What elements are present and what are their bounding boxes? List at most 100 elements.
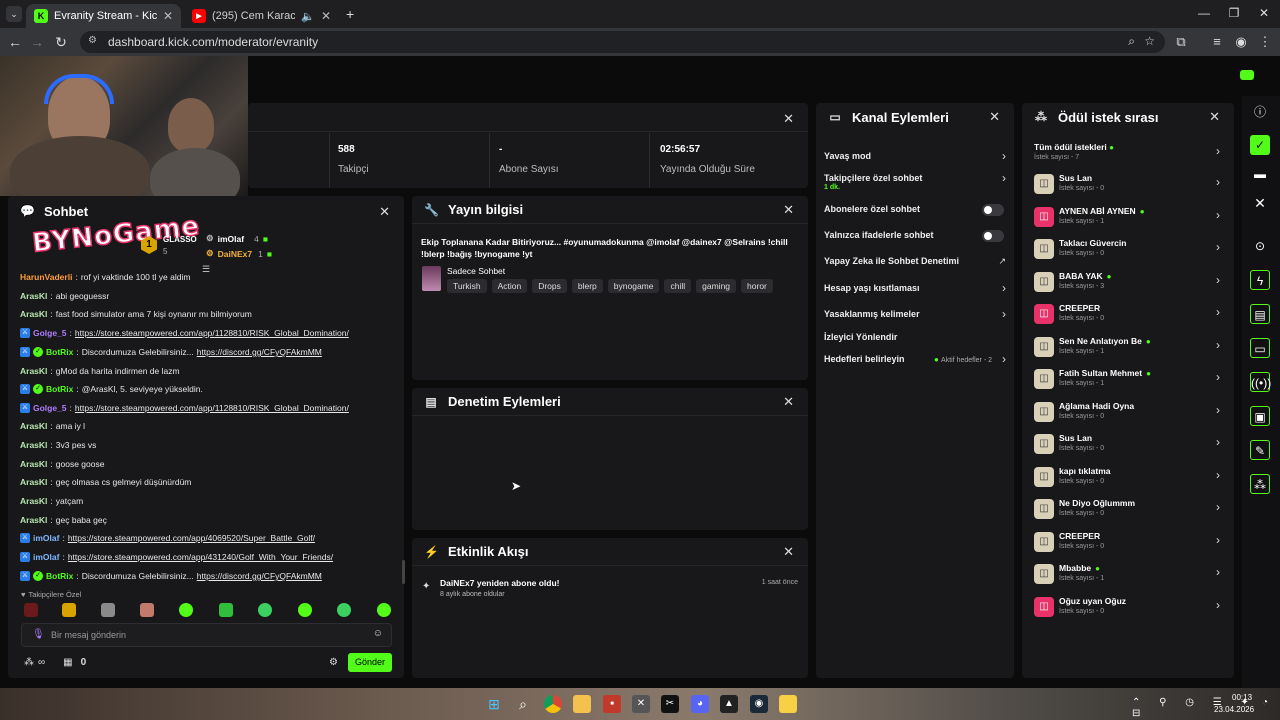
chat-username[interactable]: ArasKl <box>20 514 47 526</box>
reload-icon[interactable]: ↻ <box>52 34 70 51</box>
bookmark-star-icon[interactable]: ☆ <box>1144 34 1155 48</box>
channel-action-row[interactable]: Yalnızca ifadelerle sohbet <box>824 230 1006 246</box>
speaker-icon[interactable]: 🔈 <box>301 10 315 23</box>
kick-logo-icon[interactable] <box>1240 70 1254 80</box>
chat-scrollbar[interactable] <box>402 560 405 584</box>
emote-icon[interactable] <box>101 603 115 617</box>
reward-item[interactable]: ◫ CREEPER İstek sayısı - 0 › <box>1034 302 1220 328</box>
chat-username[interactable]: ArasKl <box>20 365 47 377</box>
message-link[interactable]: https://discord.gg/CFyQFAkmMM <box>197 346 322 358</box>
chat-username[interactable]: ArasKl <box>20 420 47 432</box>
capcut-icon[interactable]: ✂ <box>661 695 679 713</box>
chat-icon[interactable]: ▭ <box>1250 338 1270 358</box>
checkmark-icon[interactable]: ✓ <box>1250 135 1270 155</box>
message-link[interactable]: https://discord.gg/CFyQFAkmMM <box>197 570 322 582</box>
tray-icons[interactable]: ⌃ ⚲ ◷ ☰ ✦ ⊟ <box>1132 697 1280 719</box>
chat-username[interactable]: ArasKl <box>20 308 47 320</box>
emoji-icon[interactable]: ☺ <box>373 628 383 639</box>
tag-pill[interactable]: blerp <box>571 279 603 293</box>
chat-username[interactable]: ArasKl <box>20 476 47 488</box>
close-icon[interactable]: ✕ <box>783 544 794 560</box>
tag-pill[interactable]: chill <box>664 279 692 293</box>
windows-start-icon[interactable]: ⊞ <box>485 695 503 713</box>
chat-username[interactable]: ArasKl <box>20 290 47 302</box>
emote-icon[interactable] <box>219 603 233 617</box>
close-icon[interactable]: ✕ <box>163 9 173 23</box>
microphone-icon[interactable]: 🎙 <box>32 629 45 640</box>
reward-item[interactable]: ◫ Sen Ne Anlatıyon Be ● İstek sayısı - 1 › <box>1034 335 1220 361</box>
chat-username[interactable]: BotRix <box>46 346 73 358</box>
chat-username[interactable]: imOlaf <box>33 532 59 544</box>
close-icon[interactable]: ✕ <box>989 109 1000 125</box>
close-icon[interactable]: ✕ <box>783 111 794 127</box>
send-button[interactable]: Gönder <box>348 653 392 672</box>
channel-action-row[interactable]: Abonelere özel sohbet <box>824 204 1006 220</box>
tag-pill[interactable]: gaming <box>696 279 737 293</box>
window-close-button[interactable]: ✕ <box>1252 6 1276 20</box>
reward-item[interactable]: ◫ Ağlama Hadi Oyna İstek sayısı - 0 › <box>1034 400 1220 426</box>
chat-username[interactable]: Golge_5 <box>33 327 67 339</box>
discord-icon[interactable]: ◕ <box>691 695 709 713</box>
tag-pill[interactable]: Drops <box>532 279 567 293</box>
maximize-button[interactable]: ❐ <box>1222 6 1246 20</box>
new-tab-button[interactable]: + <box>346 6 354 22</box>
close-icon[interactable]: ✕ <box>783 202 794 218</box>
minimize-button[interactable]: — <box>1192 6 1216 20</box>
reward-item[interactable]: ◫ CREEPER İstek sayısı - 0 › <box>1034 530 1220 556</box>
chat-input[interactable]: 🎙 Bir mesaj gönderin ☺ <box>21 623 392 647</box>
chat-username[interactable]: ArasKl <box>20 439 47 451</box>
broadcast-icon[interactable]: ((•)) <box>1250 372 1271 392</box>
emote-icon[interactable] <box>140 603 154 617</box>
chat-username[interactable]: imOlaf <box>33 551 59 563</box>
app-icon[interactable]: ■ <box>603 695 621 713</box>
back-arrow-icon[interactable]: ← <box>6 34 24 50</box>
media-control-icon[interactable]: ≡ <box>1208 34 1226 49</box>
emote-icon[interactable] <box>24 603 38 617</box>
emote-icon[interactable] <box>298 603 312 617</box>
channel-action-row[interactable]: İzleyici Yönlendir <box>824 332 1006 348</box>
toggle-switch[interactable] <box>982 204 1004 216</box>
reward-item[interactable]: ◫ BABA YAK ● İstek sayısı - 3 › <box>1034 270 1220 296</box>
reward-icon[interactable]: ⁂ <box>1250 474 1270 494</box>
close-icon[interactable]: ✕ <box>379 204 390 220</box>
clipboard-icon[interactable]: ▤ <box>1250 304 1270 324</box>
tab-youtube[interactable]: ▶ (295) Cem Karaca Beni Siz Del 🔈 ✕ <box>184 4 339 28</box>
close-icon[interactable]: ✕ <box>321 9 331 23</box>
extensions-icon[interactable]: ⧉ <box>1172 34 1190 50</box>
gift-box-icon[interactable]: ▦ <box>63 657 72 668</box>
lightning-icon[interactable]: ϟ <box>1250 270 1270 290</box>
tag-pill[interactable]: Turkish <box>447 279 487 293</box>
zoom-icon[interactable]: ⌕ <box>1128 34 1135 49</box>
chat-username[interactable]: ArasKl <box>20 495 47 507</box>
address-bar[interactable]: ⚙ dashboard.kick.com/moderator/evranity … <box>80 31 1165 53</box>
reward-item[interactable]: ◫ AYNEN ABİ AYNEN ● İstek sayısı - 1 › <box>1034 205 1220 231</box>
wrench-icon[interactable]: ✎ <box>1250 440 1270 460</box>
channel-action-row[interactable]: Hedefleri belirleyin › ● Aktif hedefler - … <box>824 352 1006 370</box>
chat-settings-icon[interactable]: ⚙ <box>329 657 338 668</box>
info-icon[interactable]: ⓘ <box>1250 102 1270 122</box>
emote-icon[interactable] <box>377 603 391 617</box>
reward-item[interactable]: ◫ Ne Diyo Oğlummm İstek sayısı - 0 › <box>1034 497 1220 523</box>
app-icon[interactable]: ▲ <box>720 695 738 713</box>
tag-pill[interactable]: Action <box>491 279 528 293</box>
emote-icon[interactable] <box>337 603 351 617</box>
reward-item[interactable]: ◫ Oğuz uyan Oğuz İstek sayısı - 0 › <box>1034 595 1220 621</box>
emote-icon[interactable] <box>62 603 76 617</box>
menu-icon[interactable]: ⋮ <box>1256 34 1274 50</box>
camera-icon[interactable]: ⊙ <box>1250 236 1270 256</box>
file-explorer-icon[interactable] <box>573 695 591 713</box>
channel-action-row[interactable]: Yasaklanmış kelimeler › <box>824 307 1006 325</box>
reward-item[interactable]: ◫ Mbabbe ● İstek sayısı - 1 › <box>1034 562 1220 588</box>
chat-username[interactable]: BotRix <box>46 570 73 582</box>
chrome-icon[interactable] <box>544 695 562 713</box>
tag-pill[interactable]: horor <box>741 279 773 293</box>
emote-icon[interactable] <box>258 603 272 617</box>
reward-item[interactable]: ◫ Sus Lan İstek sayısı - 0 › <box>1034 432 1220 458</box>
close-icon[interactable]: ✕ <box>783 394 794 410</box>
all-rewards-row[interactable]: Tüm ödül istekleri ● İstek sayısı - 7 › <box>1034 140 1220 166</box>
chat-username[interactable]: BotRix <box>46 383 73 395</box>
message-link[interactable]: https://store.steampowered.com/app/43124… <box>68 551 333 563</box>
close-icon[interactable]: ✕ <box>1209 109 1220 125</box>
channel-action-row[interactable]: Takipçilere özel sohbet 1 dk. › <box>824 171 1006 195</box>
notification-icon[interactable]: ◔ <box>1262 697 1268 708</box>
